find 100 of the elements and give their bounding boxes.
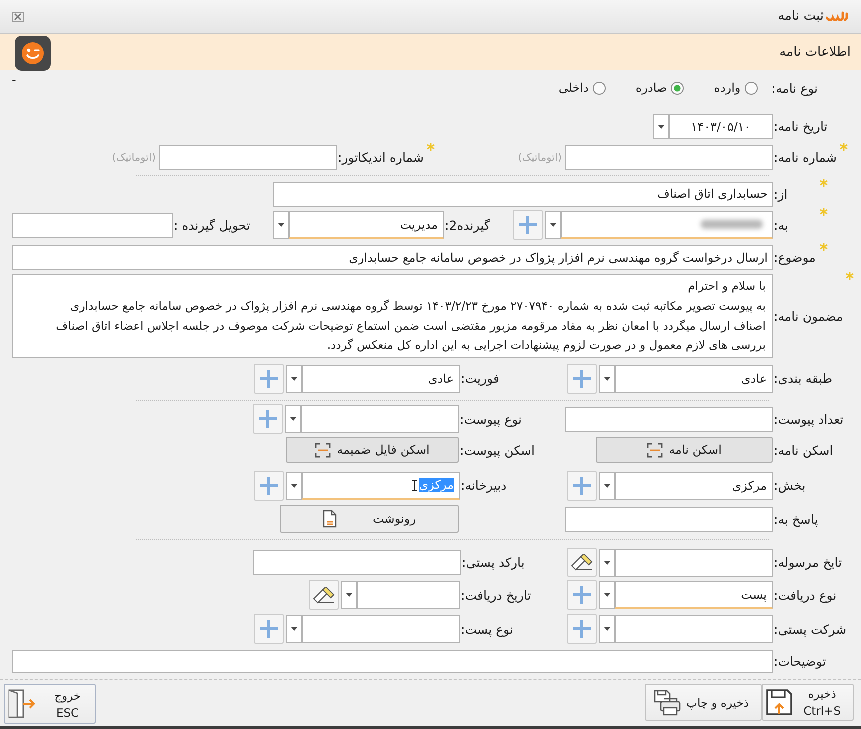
caret-icon: [658, 124, 664, 128]
plus-icon: [260, 370, 278, 388]
text-field[interactable]: [253, 550, 461, 575]
smiley-icon: [15, 36, 51, 70]
caret-icon: [604, 593, 610, 597]
plus-icon: [260, 476, 278, 494]
dropdown-button[interactable]: [341, 581, 357, 609]
logo-icon: [826, 10, 848, 22]
text-field[interactable]: [565, 406, 773, 432]
combo-field[interactable]: [357, 581, 460, 609]
header-title: اطلاعات نامه: [780, 44, 851, 60]
scan-icon: [647, 442, 664, 458]
text-field[interactable]: [12, 212, 173, 238]
radio-option[interactable]: صادره: [636, 81, 684, 95]
auto-note: (اتوماتیک): [517, 152, 562, 164]
text-cursor-icon: [412, 480, 418, 490]
text-field[interactable]: حسابداری اتاق اصناف: [273, 182, 773, 206]
field-label: نوع پست:: [460, 622, 514, 636]
dropdown-button[interactable]: [599, 364, 615, 392]
plus-icon: [573, 586, 591, 604]
dropdown-button[interactable]: [599, 548, 615, 576]
field-label: تایخ مرسوله:: [773, 555, 842, 570]
plus-icon: [573, 476, 591, 494]
copy-button[interactable]: رونوشت: [280, 505, 459, 533]
dropdown-button[interactable]: [285, 405, 301, 433]
field-label: به:: [773, 218, 790, 232]
clear-button[interactable]: [567, 548, 597, 577]
plus-icon: [573, 370, 591, 388]
text-field[interactable]: [565, 506, 773, 532]
eraser-icon: [313, 586, 335, 604]
field-label: از:: [773, 186, 789, 202]
field-label: نوع دریافت:: [773, 588, 837, 602]
dropdown-button[interactable]: [599, 615, 615, 643]
field-label: توضیحات:: [773, 654, 826, 669]
scan-button[interactable]: اسکن فایل ضمیمه: [286, 437, 459, 463]
exit-door-icon: [8, 689, 36, 719]
caret-icon: [604, 376, 610, 380]
field-label: بخش:: [773, 478, 807, 493]
field-label: شماره نامه:: [773, 150, 837, 165]
field-label: دبیرخانه:: [460, 478, 507, 493]
scan-button[interactable]: اسکن نامه: [596, 437, 773, 463]
close-icon[interactable]: [12, 12, 24, 22]
combo-field[interactable]: مرکزی: [615, 472, 773, 500]
dropdown-button[interactable]: [273, 211, 289, 239]
dropdown-button[interactable]: [545, 211, 561, 239]
text-field[interactable]: ارسال درخواست گروه مهندسی نرم افزار پژواک در خصوص سامانه جامع حسابداری: [12, 245, 773, 270]
field-label: تعداد پیوست:: [773, 412, 844, 426]
radio-option[interactable]: وارده: [714, 81, 758, 95]
combo-field[interactable]: مدیریت: [289, 211, 444, 239]
caret-icon: [290, 627, 298, 631]
dropdown-button[interactable]: [286, 364, 302, 392]
field-label: فوریت:: [460, 371, 500, 386]
caret-icon: [290, 417, 296, 421]
clear-button[interactable]: [309, 580, 339, 610]
caret-icon: [346, 593, 352, 597]
save-print-button[interactable]: ذخیره و چاپ: [645, 684, 762, 721]
field-label: نوع نامه:: [770, 80, 818, 96]
field-label: موضوع:: [773, 250, 817, 265]
eraser-icon: [571, 554, 593, 571]
scan-icon: [315, 442, 332, 458]
dash-text: -: [12, 73, 16, 87]
combo-field[interactable]: [561, 211, 773, 239]
field-label: تاریخ دریافت:: [460, 588, 532, 602]
text-field[interactable]: [12, 650, 773, 673]
dropdown-button[interactable]: [599, 472, 615, 500]
combo-field[interactable]: [301, 405, 459, 433]
field-label: شماره اندیکاتور:: [337, 150, 424, 165]
field-label: اسکن پیوست:: [459, 442, 536, 458]
field-label: طبقه بندی:: [773, 371, 833, 386]
caret-icon: [550, 223, 556, 227]
caret-icon: [290, 376, 298, 380]
text-field[interactable]: [565, 145, 773, 170]
caret-icon: [604, 484, 610, 488]
combo-field[interactable]: عادی: [302, 364, 460, 392]
field-label: اسکن نامه:: [773, 442, 834, 458]
plus-icon: [573, 620, 591, 638]
plus-icon: [260, 620, 278, 638]
caret-icon: [604, 627, 610, 631]
combo-field[interactable]: پست: [615, 581, 773, 609]
auto-note: (اتوماتیک): [111, 152, 156, 164]
field-label: مضمون نامه:: [773, 308, 844, 324]
field-label: نوع پیوست:: [459, 412, 522, 426]
combo-field[interactable]: عادی: [615, 364, 773, 392]
field-label: تحویل گیرنده :: [173, 218, 250, 232]
combo-field[interactable]: [615, 548, 773, 576]
dropdown-button[interactable]: [599, 581, 615, 609]
radio-option[interactable]: داخلی: [558, 81, 606, 95]
window-title: ثبت نامه: [778, 9, 824, 24]
printer-icon: [654, 690, 681, 716]
field-label: شرکت پستی:: [773, 622, 847, 636]
caret-icon: [290, 484, 298, 488]
dropdown-button[interactable]: [286, 615, 302, 643]
letter-body-textarea[interactable]: با سلام و احترام به پیوست تصویر مکاتبه ثبت شده به شماره ۲۷۰۷۹۴۰ مورخ ۱۴۰۳/۲/۲۳ توسط گروه مهندسی نرم افزار پژواک در خصوص سامانه جامع حسابداری اصناف ارسال میگردد با امعان نظر به مفاد مرقومه مزبور مقتضی است ضمن استماع توضیحات شرکت موصوف در جلسه اجلاس اعضاء اتاق اصناف بررسی های لازم معمول و در صورت لزوم پیشنهادات اجرایی به این اداره کل منعکس گردد.: [12, 274, 773, 358]
date-field[interactable]: ۱۴۰۳/۰۵/۱۰: [669, 114, 773, 139]
dropdown-button[interactable]: [653, 114, 669, 139]
dropdown-button[interactable]: [286, 472, 302, 500]
text-field[interactable]: [159, 145, 337, 170]
combo-field[interactable]: [302, 615, 460, 643]
combo-field[interactable]: [615, 615, 773, 643]
field-label: پاسخ به:: [773, 512, 818, 526]
